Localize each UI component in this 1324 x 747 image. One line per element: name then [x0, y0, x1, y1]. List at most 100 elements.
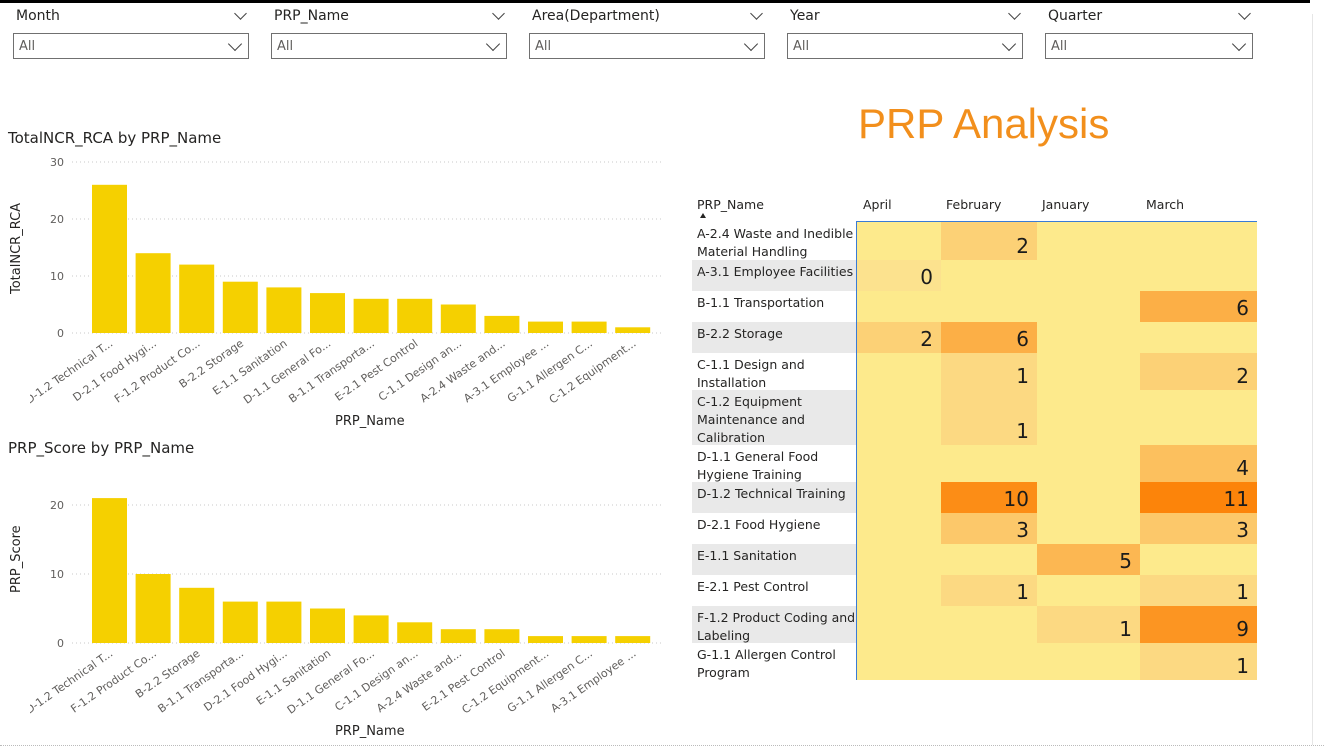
chevron-down-icon[interactable] — [750, 7, 763, 20]
matrix-cell[interactable] — [1037, 322, 1140, 353]
matrix-cell[interactable] — [1037, 260, 1140, 291]
slicer-header[interactable]: Area(Department) — [529, 7, 765, 26]
matrix-row[interactable]: E-2.1 Pest Control 1 1 — [692, 575, 1257, 606]
matrix-cell[interactable] — [941, 260, 1037, 291]
matrix-cell[interactable] — [1037, 445, 1140, 482]
bar[interactable] — [571, 321, 607, 333]
matrix-cell[interactable] — [1037, 222, 1140, 260]
matrix-cell[interactable]: 1 — [941, 575, 1037, 606]
matrix-cell[interactable]: 2 — [857, 322, 941, 353]
matrix-cell[interactable] — [857, 575, 941, 606]
bar[interactable] — [179, 264, 215, 333]
matrix-cell[interactable] — [857, 445, 941, 482]
matrix-cell[interactable]: 1 — [1140, 575, 1257, 606]
bar[interactable] — [571, 636, 607, 643]
matrix-cell[interactable] — [857, 353, 941, 390]
bar[interactable] — [222, 601, 258, 643]
slicer-header[interactable]: Month — [13, 7, 249, 26]
matrix-cell[interactable] — [941, 445, 1037, 482]
matrix-row[interactable]: C-1.1 Design and Installation 1 2 — [692, 353, 1257, 390]
bar[interactable] — [528, 321, 563, 333]
month-dropdown[interactable]: All — [13, 33, 249, 59]
matrix-row-header[interactable]: PRP_Name — [697, 197, 764, 212]
bar[interactable] — [353, 298, 389, 333]
matrix-cell[interactable] — [857, 482, 941, 513]
matrix-cell[interactable] — [1037, 353, 1140, 390]
bar[interactable] — [310, 293, 345, 333]
slicer-header[interactable]: Quarter — [1045, 7, 1253, 26]
matrix-cell[interactable]: 3 — [941, 513, 1037, 544]
chevron-down-icon[interactable] — [1008, 7, 1021, 20]
matrix-cell[interactable] — [1037, 643, 1140, 680]
matrix-cell[interactable] — [1037, 575, 1140, 606]
matrix-cell[interactable] — [857, 606, 941, 643]
bar[interactable] — [222, 281, 258, 333]
matrix-cell[interactable]: 9 — [1140, 606, 1257, 643]
matrix-cell[interactable] — [857, 222, 941, 260]
bar[interactable] — [92, 498, 127, 643]
chevron-down-icon[interactable] — [743, 36, 759, 52]
column-header-february[interactable]: February — [946, 197, 1001, 212]
area-dropdown[interactable]: All — [529, 33, 765, 59]
bar[interactable] — [179, 587, 215, 643]
matrix-cell[interactable] — [857, 513, 941, 544]
matrix-cell[interactable] — [1037, 482, 1140, 513]
column-header-april[interactable]: April — [863, 197, 892, 212]
matrix-row[interactable]: B-2.2 Storage 2 6 — [692, 322, 1257, 353]
chevron-down-icon[interactable] — [234, 7, 247, 20]
matrix-cell[interactable]: 2 — [941, 222, 1037, 260]
sort-ascending-icon[interactable] — [700, 213, 706, 218]
matrix-cell[interactable] — [941, 643, 1037, 680]
matrix-cell[interactable] — [1140, 544, 1257, 575]
matrix-row[interactable]: A-2.4 Waste and Inedible Material Handli… — [692, 222, 1257, 260]
bar[interactable] — [92, 184, 127, 333]
matrix-cell[interactable]: 1 — [1037, 606, 1140, 643]
matrix-cell[interactable] — [1140, 222, 1257, 260]
matrix-cell[interactable] — [1037, 291, 1140, 322]
bar[interactable] — [484, 315, 520, 333]
matrix-cell[interactable]: 2 — [1140, 353, 1257, 390]
slicer-header[interactable]: Year — [787, 7, 1023, 26]
bar[interactable] — [353, 615, 389, 643]
bar[interactable] — [615, 327, 651, 333]
matrix-cell[interactable]: 1 — [1140, 643, 1257, 680]
matrix-cell[interactable] — [1140, 390, 1257, 445]
bar[interactable] — [310, 608, 345, 644]
matrix-cell[interactable] — [1037, 390, 1140, 445]
column-header-march[interactable]: March — [1146, 197, 1184, 212]
bar[interactable] — [266, 601, 302, 643]
matrix-row[interactable]: D-2.1 Food Hygiene 3 3 — [692, 513, 1257, 544]
chevron-down-icon[interactable] — [492, 7, 505, 20]
matrix-cell[interactable]: 1 — [941, 353, 1037, 390]
bar[interactable] — [266, 287, 302, 333]
matrix-row[interactable]: D-1.2 Technical Training 10 11 — [692, 482, 1257, 513]
bar[interactable] — [135, 574, 171, 643]
bar[interactable] — [528, 636, 563, 643]
bar[interactable] — [135, 253, 171, 333]
matrix-cell[interactable]: 6 — [1140, 291, 1257, 322]
matrix-row[interactable]: D-1.1 General Food Hygiene Training 4 — [692, 445, 1257, 482]
chevron-down-icon[interactable] — [1001, 36, 1017, 52]
quarter-dropdown[interactable]: All — [1045, 33, 1253, 59]
matrix-cell[interactable] — [941, 606, 1037, 643]
matrix-cell[interactable]: 5 — [1037, 544, 1140, 575]
matrix-cell[interactable]: 11 — [1140, 482, 1257, 513]
column-header-january[interactable]: January — [1042, 197, 1089, 212]
bar[interactable] — [397, 298, 433, 333]
matrix-cell[interactable] — [857, 544, 941, 575]
bar[interactable] — [397, 622, 433, 643]
bar[interactable] — [440, 629, 476, 643]
matrix-cell[interactable] — [857, 643, 941, 680]
matrix-cell[interactable]: 6 — [941, 322, 1037, 353]
matrix-cell[interactable] — [857, 390, 941, 445]
matrix-row[interactable]: A-3.1 Employee Facilities 0 — [692, 260, 1257, 291]
year-dropdown[interactable]: All — [787, 33, 1023, 59]
matrix-cell[interactable] — [1140, 260, 1257, 291]
matrix-cell[interactable] — [1037, 513, 1140, 544]
matrix-cell[interactable]: 4 — [1140, 445, 1257, 482]
matrix-cell[interactable]: 10 — [941, 482, 1037, 513]
matrix-cell[interactable]: 0 — [857, 260, 941, 291]
matrix-row[interactable]: F-1.2 Product Coding and Labeling 1 9 — [692, 606, 1257, 643]
matrix-cell[interactable]: 3 — [1140, 513, 1257, 544]
matrix-row[interactable]: G-1.1 Allergen Control Program 1 — [692, 643, 1257, 680]
